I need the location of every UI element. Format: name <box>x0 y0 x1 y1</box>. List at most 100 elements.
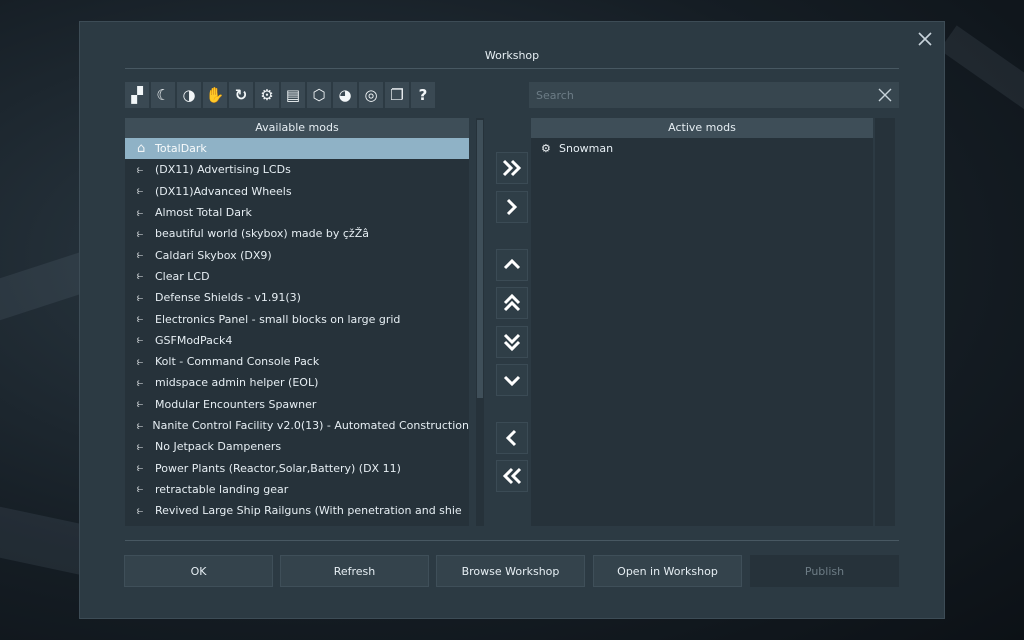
mod-label: Defense Shields - v1.91(3) <box>155 291 301 305</box>
toolbar-button-blocks[interactable]: ▞ <box>125 82 149 108</box>
available-mod-item[interactable]: ⥼ Defense Shields - v1.91(3) <box>125 287 469 308</box>
available-mod-item[interactable]: ⥼ retractable landing gear <box>125 479 469 500</box>
available-mod-item[interactable]: ⥼ (DX11) Advertising LCDs <box>125 159 469 180</box>
script-icon: ▤ <box>285 86 301 104</box>
available-mod-item[interactable]: ⥼ Almost Total Dark <box>125 202 469 223</box>
add-button[interactable] <box>496 191 528 223</box>
toolbar-button-refresh[interactable]: ↻ <box>229 82 253 108</box>
active-mods-panel: Active mods ⚙ Snowman <box>531 118 873 526</box>
available-mod-item[interactable]: ⥼ GSFModPack4 <box>125 330 469 351</box>
available-mod-item[interactable]: ⌂ TotalDark <box>125 138 469 160</box>
chevron-up-icon <box>503 258 521 270</box>
search-input[interactable] <box>529 82 869 108</box>
available-mod-item[interactable]: ⥼ Caldari Skybox (DX9) <box>125 244 469 265</box>
mod-label: Snowman <box>559 142 614 156</box>
mod-label: Electronics Panel - small blocks on larg… <box>155 312 401 326</box>
available-mod-item[interactable]: ⥼ Modular Encounters Spawner <box>125 394 469 415</box>
background-decoration <box>939 25 1024 165</box>
workshop-icon: ⥼ <box>137 375 144 389</box>
remove-all-button[interactable] <box>496 460 528 492</box>
available-mods-header: Available mods <box>125 118 469 138</box>
available-mod-item[interactable]: ⥼ Power Plants (Reactor,Solar,Battery) (D… <box>125 457 469 478</box>
available-mods-list: ⌂ TotalDark ⥼ (DX11) Advertising LCDs ⥼ (DX11… <box>125 138 469 521</box>
mod-label: No Jetpack Dampeners <box>155 440 282 454</box>
workshop-icon: ⥼ <box>137 439 144 453</box>
mod-label: Clear LCD <box>155 269 210 283</box>
double-chevron-up-icon <box>503 293 521 312</box>
toolbar-button-moon[interactable]: ☾ <box>151 82 175 108</box>
double-chevron-left-icon <box>502 467 522 485</box>
ok-button[interactable]: OK <box>124 555 273 587</box>
mod-label: Almost Total Dark <box>155 206 252 220</box>
available-mod-item[interactable]: ⥼ Electronics Panel - small blocks on lar… <box>125 308 469 329</box>
refresh-button[interactable]: Refresh <box>280 555 429 587</box>
toolbar-button-planet[interactable]: ◑ <box>177 82 201 108</box>
dialog-title: Workshop <box>484 49 540 62</box>
toolbar-button-orbit[interactable]: ◎ <box>359 82 383 108</box>
available-mod-item[interactable]: ⥼ Revived Large Ship Railguns (With penet… <box>125 500 469 521</box>
toolbar-button-hand[interactable]: ✋ <box>203 82 227 108</box>
available-mods-panel: Available mods ⌂ TotalDark ⥼ (DX11) Adverti… <box>125 118 469 526</box>
available-mod-item[interactable]: ⥼ Clear LCD <box>125 266 469 287</box>
divider <box>125 540 899 541</box>
workshop-icon: ⥼ <box>137 354 144 368</box>
category-toolbar: ▞ ☾ ◑ ✋ ↻ ⚙ ▤ ⬡ ◕ ◎ ❐? <box>125 82 435 108</box>
help-icon: ? <box>418 86 428 104</box>
move-bottom-button[interactable] <box>496 326 528 358</box>
close-button[interactable] <box>915 29 935 49</box>
toolbar-button-windows[interactable]: ❐ <box>385 82 409 108</box>
open-in-workshop-button[interactable]: Open in Workshop <box>593 555 742 587</box>
toolbar-button-script[interactable]: ▤ <box>281 82 305 108</box>
move-up-button[interactable] <box>496 249 528 281</box>
toolbar-button-conveyor[interactable]: ⚙ <box>255 82 279 108</box>
available-mod-item[interactable]: ⥼ (DX11)Advanced Wheels <box>125 181 469 202</box>
toolbar-button-help[interactable]: ? <box>411 82 435 108</box>
conveyor-icon: ⚙ <box>260 86 274 104</box>
available-mod-item[interactable]: ⥼ midspace admin helper (EOL) <box>125 372 469 393</box>
publish-button[interactable]: Publish <box>750 555 899 587</box>
available-mod-item[interactable]: ⥼ beautiful world (skybox) made by çžŽâ <box>125 223 469 244</box>
workshop-icon: ⥼ <box>137 482 144 496</box>
workshop-icon: ⥼ <box>137 312 144 326</box>
moon-icon: ☾ <box>156 86 170 104</box>
planet-icon: ◑ <box>182 86 196 104</box>
available-mod-item[interactable]: ⥼ No Jetpack Dampeners <box>125 436 469 457</box>
workshop-icon: ⥼ <box>137 269 144 283</box>
toolbar-button-palette[interactable]: ◕ <box>333 82 357 108</box>
browse-workshop-button[interactable]: Browse Workshop <box>436 555 585 587</box>
move-top-button[interactable] <box>496 287 528 319</box>
available-scrollbar-thumb[interactable] <box>477 120 483 398</box>
workshop-icon: ⥼ <box>137 184 144 198</box>
chevron-down-icon <box>503 375 521 387</box>
mod-label: midspace admin helper (EOL) <box>155 376 319 390</box>
mod-label: Power Plants (Reactor,Solar,Battery) (DX… <box>155 461 401 475</box>
mod-label: Modular Encounters Spawner <box>155 397 317 411</box>
divider <box>125 68 899 69</box>
search-box <box>529 82 899 108</box>
home-icon: ⌂ <box>137 141 146 157</box>
active-mods-header: Active mods <box>531 118 873 138</box>
clear-search-button[interactable] <box>877 84 893 106</box>
active-scrollbar-track[interactable] <box>875 118 895 526</box>
workshop-icon: ⥼ <box>137 226 144 240</box>
active-mod-item[interactable]: ⚙ Snowman <box>531 138 873 159</box>
close-icon <box>878 88 892 102</box>
mod-label: Kolt - Command Console Pack <box>155 355 320 369</box>
workshop-icon: ⥼ <box>137 418 144 432</box>
chevron-left-icon <box>505 429 517 447</box>
workshop-dialog: Workshop ▞ ☾ ◑ ✋ ↻ ⚙ ▤ ⬡ ◕ ◎ ❐? Available mods ⌂ To… <box>79 21 945 619</box>
available-mod-item[interactable]: ⥼ Nanite Control Facility v2.0(13) - Auto… <box>125 415 469 436</box>
move-down-button[interactable] <box>496 364 528 396</box>
toolbar-button-cube[interactable]: ⬡ <box>307 82 331 108</box>
hand-icon: ✋ <box>205 86 225 104</box>
active-mods-list: ⚙ Snowman <box>531 138 873 159</box>
blocks-icon: ▞ <box>131 86 143 104</box>
workshop-icon: ⥼ <box>137 333 144 347</box>
available-mod-item[interactable]: ⥼ Kolt - Command Console Pack <box>125 351 469 372</box>
add-all-button[interactable] <box>496 152 528 184</box>
workshop-icon: ⥼ <box>137 162 144 176</box>
mod-label: beautiful world (skybox) made by çžŽâ <box>155 227 369 241</box>
gear-icon: ⚙ <box>541 142 551 156</box>
orbit-icon: ◎ <box>364 86 378 104</box>
remove-button[interactable] <box>496 422 528 454</box>
